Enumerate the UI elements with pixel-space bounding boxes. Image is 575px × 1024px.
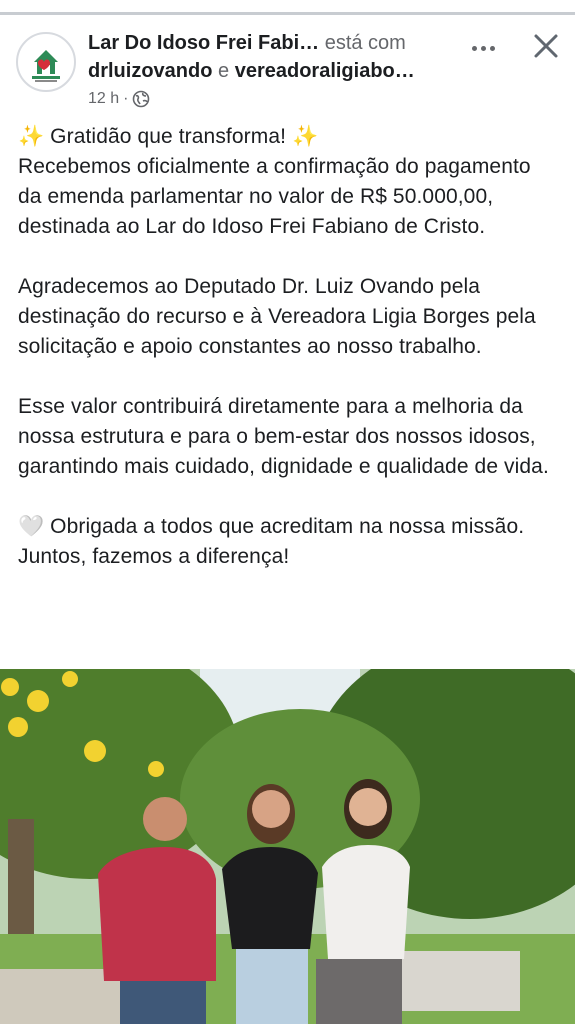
- tag-joiner: e: [212, 60, 235, 82]
- more-dot: [489, 45, 495, 51]
- white-heart-icon: 🤍: [18, 515, 45, 538]
- globe-icon[interactable]: [132, 90, 150, 108]
- photo-illustration: [0, 669, 575, 1024]
- with-text: está com: [319, 32, 406, 54]
- organization-logo-icon: [20, 36, 72, 88]
- close-icon[interactable]: [528, 28, 564, 64]
- page-avatar[interactable]: [16, 32, 76, 92]
- more-options-icon[interactable]: [460, 30, 506, 66]
- tagged-users: drluizovando e vereadoraligiabo…: [88, 58, 448, 84]
- post-paragraph-1: ✨ Gratidão que transforma! ✨ Recebemos o…: [18, 122, 558, 242]
- post-paragraph-2: Agradecemos ao Deputado Dr. Luiz Ovando …: [18, 275, 536, 358]
- tagged-user-2[interactable]: vereadoraligiabo…: [235, 60, 415, 82]
- post-body: ✨ Gratidão que transforma! ✨ Recebemos o…: [18, 122, 558, 572]
- meta-separator: ·: [123, 90, 129, 107]
- post-header: Lar Do Idoso Frei Fabi… está com drluizo…: [0, 24, 575, 116]
- sparkle-icon: ✨: [291, 125, 319, 148]
- post-author-line: Lar Do Idoso Frei Fabi… está com: [88, 30, 448, 56]
- more-dot: [480, 45, 486, 51]
- post-meta: 12 h ·: [88, 88, 150, 110]
- more-dot: [471, 45, 477, 51]
- post-paragraph-3: Esse valor contribuirá diretamente para …: [18, 395, 549, 478]
- sparkle-icon: ✨: [18, 125, 45, 148]
- post-photo[interactable]: [0, 669, 575, 1024]
- post-headline: Gratidão que transforma!: [44, 125, 292, 148]
- post-paragraph-1-body: Recebemos oficialmente a confirmação do …: [18, 155, 531, 238]
- post-time[interactable]: 12 h: [88, 88, 119, 110]
- post-paragraph-4: 🤍 Obrigada a todos que acreditam na noss…: [18, 512, 558, 572]
- author-name[interactable]: Lar Do Idoso Frei Fabi…: [88, 32, 319, 54]
- tagged-user-1[interactable]: drluizovando: [88, 60, 212, 82]
- post-paragraph-4-body: Obrigada a todos que acreditam na nossa …: [18, 515, 525, 568]
- top-divider: [0, 12, 575, 15]
